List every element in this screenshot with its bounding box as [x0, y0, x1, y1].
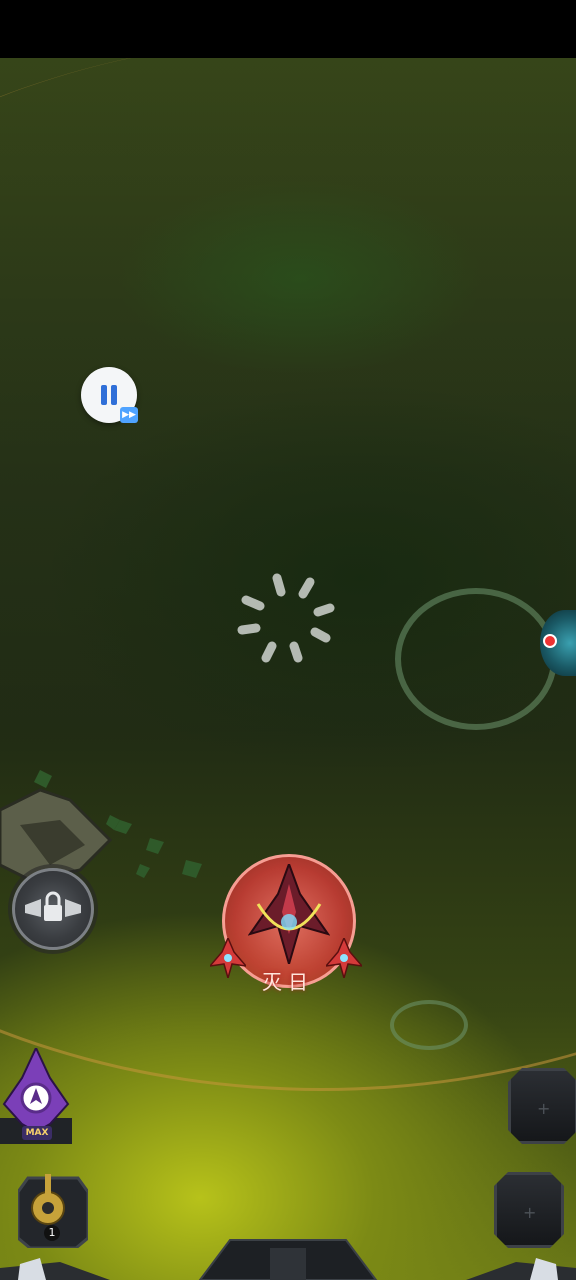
wreckage [0, 770, 120, 880]
crater [390, 1000, 468, 1050]
player-ship-icon [248, 864, 330, 964]
lock-icon [25, 891, 81, 921]
ship-select-slot[interactable]: MAX [0, 1045, 72, 1144]
hud-frame-bottom [0, 1239, 576, 1280]
crater [395, 588, 557, 730]
level-max-badge: MAX [22, 1126, 52, 1140]
debris-fragments [114, 820, 202, 878]
plus-icon: + [537, 1099, 551, 1118]
enemy-marker [543, 634, 557, 648]
loading-spinner-icon [237, 573, 335, 663]
player-ship-name: 灭日 [262, 970, 314, 994]
plus-icon: + [523, 1203, 537, 1222]
player-ship[interactable]: 灭日 [208, 850, 368, 1000]
lock-button[interactable] [12, 868, 94, 950]
empty-slot-top[interactable]: + [508, 1068, 576, 1144]
fast-forward-icon[interactable]: ▶▶ [120, 407, 138, 423]
status-bar [0, 0, 576, 58]
